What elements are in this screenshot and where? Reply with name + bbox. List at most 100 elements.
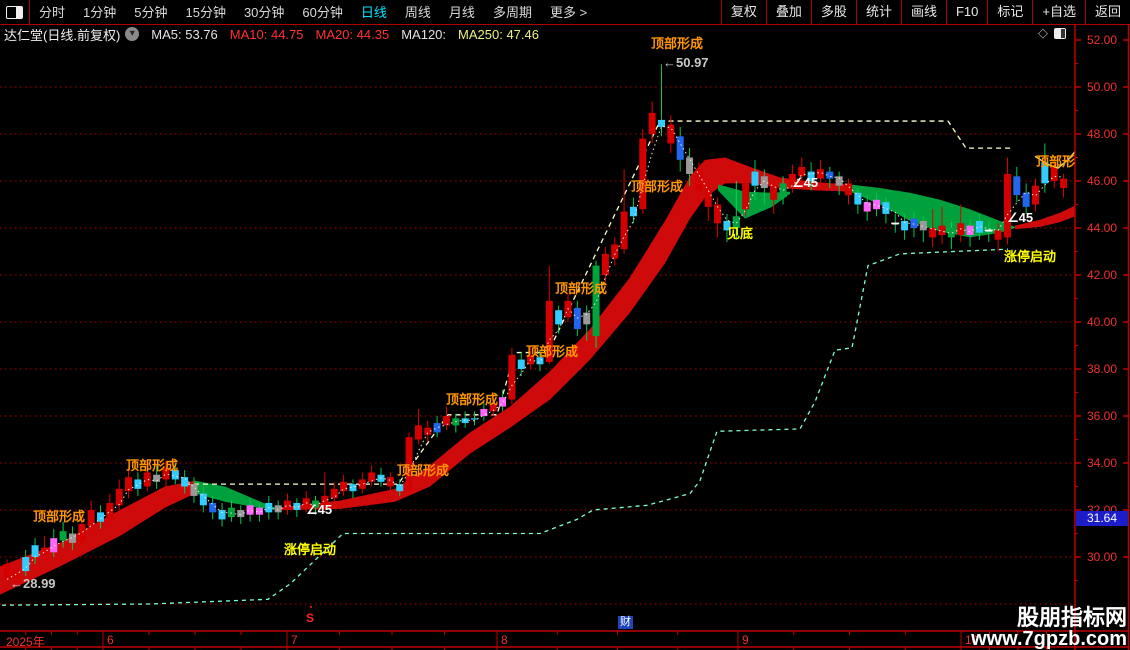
price-axis-label: 48.00: [1086, 127, 1118, 141]
tool-button-8[interactable]: 返回: [1084, 0, 1130, 24]
period-tab-7[interactable]: 周线: [396, 0, 440, 25]
price-axis-label: 30.00: [1086, 550, 1118, 564]
title-icons: ◇: [1038, 25, 1072, 41]
tool-button-7[interactable]: +自选: [1032, 0, 1085, 24]
candle: [330, 481, 338, 503]
chart-annotation-4: 涨停启动: [284, 542, 337, 557]
chart-annotation-5: 顶部形成: [397, 463, 450, 478]
tool-button-2[interactable]: 多股: [810, 0, 856, 24]
stock-title: 达仁堂(日线.前复权): [4, 27, 121, 43]
price-axis-label: 38.00: [1086, 362, 1118, 376]
date-axis-label-1: 6: [107, 633, 114, 647]
period-tab-2[interactable]: 5分钟: [125, 0, 176, 25]
stock-app-window: 分时 1分钟 5分钟 15分钟 30分钟 60分钟 日线 周线 月线 多周期 更多 > 复权 叠加 多股…: [0, 0, 1130, 650]
candle: [564, 293, 572, 322]
period-tab-3[interactable]: 15分钟: [176, 0, 234, 25]
price-axis-label: 34.00: [1086, 456, 1118, 470]
candle: [592, 260, 600, 348]
candlestick-chart: [0, 0, 1130, 650]
period-tab-4[interactable]: 30分钟: [235, 0, 293, 25]
chart-annotation-1: 顶部形成: [126, 458, 179, 473]
price-axis-label: 40.00: [1086, 315, 1118, 329]
candle: [134, 472, 142, 496]
last-price-tag: 31.64: [1076, 511, 1128, 527]
sell-signal-marker: S: [306, 611, 315, 625]
chart-annotation-10: ←50.97: [663, 55, 709, 70]
date-axis-label-3: 8: [501, 633, 508, 647]
watermark: 股朋指标网 www.7gpzb.com: [971, 605, 1127, 650]
period-tab-1[interactable]: 1分钟: [74, 0, 125, 25]
period-tab-8[interactable]: 月线: [440, 0, 484, 25]
candle: [1013, 166, 1021, 203]
candle: [227, 500, 235, 522]
chevron-down-icon[interactable]: ▾: [125, 27, 140, 41]
layout-toggle-button[interactable]: [0, 0, 30, 24]
candle: [452, 413, 460, 433]
ma-values: MA5: 53.76 MA10: 44.75 MA20: 44.35 MA120: MA…: [139, 27, 539, 42]
tool-button-5[interactable]: F10: [945, 0, 987, 24]
period-tab-0[interactable]: 分时: [30, 0, 74, 25]
candle: [414, 408, 422, 445]
tool-button-3[interactable]: 统计: [855, 0, 901, 24]
chart-title-row: 达仁堂(日线.前复权) ▾ MA5: 53.76 MA10: 44.75 MA20:…: [0, 25, 1040, 43]
candle: [340, 474, 348, 496]
price-axis-label: 46.00: [1086, 174, 1118, 188]
tool-button-1[interactable]: 叠加: [765, 0, 811, 24]
tool-button-6[interactable]: 标记: [987, 0, 1032, 24]
chart-annotation-0: 顶部形成: [33, 509, 86, 524]
date-axis-label-0: 2025年: [6, 635, 45, 649]
chart-annotation-13: ∠45: [792, 175, 819, 190]
panel-icon[interactable]: [1054, 27, 1066, 39]
tool-button-4[interactable]: 画线: [900, 0, 946, 24]
period-menu: 分时 1分钟 5分钟 15分钟 30分钟 60分钟 日线 周线 月线 多周期 更多 >: [30, 0, 596, 24]
finance-report-marker: 财: [618, 616, 633, 629]
chart-annotation-2: ←28.99: [10, 576, 56, 591]
date-axis-label-2: 7: [291, 633, 298, 647]
period-tab-10[interactable]: 更多 >: [541, 0, 596, 25]
ma-value-2: MA20: 44.35: [315, 26, 390, 42]
tool-button-0[interactable]: 复权: [720, 0, 766, 24]
candle: [611, 237, 619, 266]
candle: [620, 169, 628, 254]
ma-value-3: MA120:: [401, 26, 447, 42]
chart-annotation-16: 涨停启动: [1004, 249, 1057, 264]
chart-annotation-15: ∠45: [1007, 210, 1034, 225]
candle: [770, 181, 778, 214]
price-axis-label: 42.00: [1086, 268, 1118, 282]
price-axis-label: 52.00: [1086, 33, 1118, 47]
chart-annotation-7: 顶部形成: [526, 344, 579, 359]
period-tab-6[interactable]: 日线: [352, 0, 396, 25]
candle: [115, 479, 123, 510]
candle: [639, 129, 647, 214]
split-pane-icon: [6, 5, 23, 19]
period-tab-5[interactable]: 60分钟: [293, 0, 351, 25]
chart-annotation-14: 顶部形: [1036, 154, 1076, 169]
candle: [293, 498, 301, 518]
diamond-icon[interactable]: ◇: [1038, 25, 1048, 41]
date-axis-label-4: 9: [742, 633, 749, 647]
chart-annotation-6: 顶部形成: [446, 392, 499, 407]
watermark-site-url: www.7gpzb.com: [971, 628, 1127, 650]
candle: [368, 465, 376, 487]
price-axis-label: 50.00: [1086, 80, 1118, 94]
candle: [442, 406, 450, 431]
candle: [499, 390, 507, 412]
chart-annotation-11: 顶部形成: [631, 179, 684, 194]
candle: [471, 411, 478, 426]
candle: [508, 347, 516, 405]
candle: [284, 493, 291, 515]
chart-annotation-8: 顶部形成: [555, 281, 608, 296]
candle: [358, 472, 366, 494]
price-axis-label: 36.00: [1086, 409, 1118, 423]
watermark-site-name: 股朋指标网: [1016, 605, 1127, 630]
ma-value-4: MA250: 47.46: [458, 26, 539, 42]
candle: [1003, 157, 1011, 245]
candle: [891, 213, 900, 233]
candle: [676, 126, 684, 172]
chart-annotation-12: 见底: [727, 226, 754, 241]
candle: [648, 101, 656, 144]
tool-menu: 复权 叠加 多股 统计 画线 F10 标记 +自选 返回: [720, 0, 1130, 24]
candle: [349, 479, 357, 499]
candle: [658, 64, 665, 137]
period-tab-9[interactable]: 多周期: [484, 0, 541, 25]
